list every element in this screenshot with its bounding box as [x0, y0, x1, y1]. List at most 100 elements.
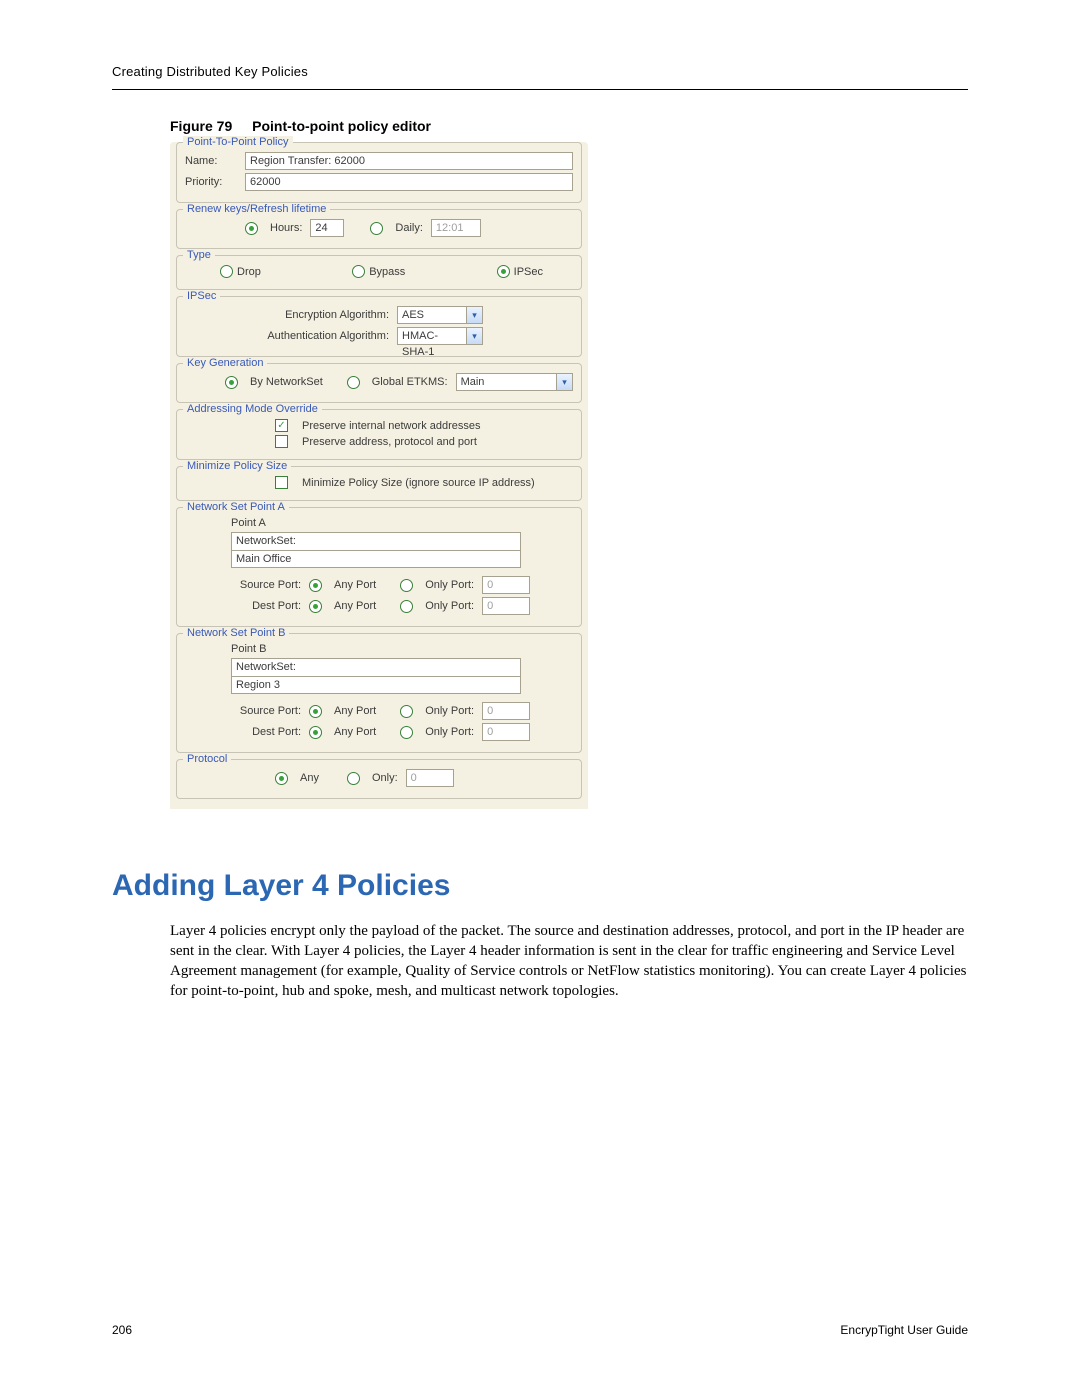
nsp-b-destport-label: Dest Port:: [231, 726, 301, 738]
figure-number: Figure 79: [170, 118, 232, 134]
type-ipsec-label: IPSec: [514, 266, 543, 278]
keygen-byns-label: By NetworkSet: [250, 376, 323, 388]
nsp-a-header: NetworkSet:: [231, 532, 521, 550]
nsp-a-dst-onlyport-label: Only Port:: [425, 600, 474, 612]
nsp-b-src-anyport-label: Any Port: [334, 705, 376, 717]
header-rule: [112, 89, 968, 90]
nsp-b-header: NetworkSet:: [231, 658, 521, 676]
nsp-a-value[interactable]: Main Office: [231, 550, 521, 568]
type-group: Type Drop Bypass IPSec: [176, 255, 582, 290]
pres-addr-label: Preserve address, protocol and port: [302, 436, 477, 448]
ipsec-legend: IPSec: [183, 290, 220, 302]
name-label: Name:: [185, 155, 237, 167]
renew-legend: Renew keys/Refresh lifetime: [183, 203, 330, 215]
proto-any-radio[interactable]: [275, 772, 288, 785]
nsp-a-srcport-label: Source Port:: [231, 579, 301, 591]
renew-hours-radio[interactable]: [245, 222, 258, 235]
protocol-legend: Protocol: [183, 753, 231, 765]
nsp-a-dst-onlyport-radio[interactable]: [400, 600, 413, 613]
figure-caption: Point-to-point policy editor: [252, 118, 431, 134]
enc-alg-label: Encryption Algorithm:: [285, 309, 389, 321]
nsp-b-dst-onlyport-input[interactable]: 0: [482, 723, 530, 741]
nsp-b-srcport-label: Source Port:: [231, 705, 301, 717]
keygen-global-select[interactable]: Main ▾: [456, 373, 573, 391]
nsp-b-dst-onlyport-radio[interactable]: [400, 726, 413, 739]
name-input[interactable]: Region Transfer: 62000: [245, 152, 573, 170]
p2p-policy-group: Point-To-Point Policy Name: Region Trans…: [176, 142, 582, 203]
nsp-a-dst-anyport-label: Any Port: [334, 600, 376, 612]
running-header: Creating Distributed Key Policies: [112, 64, 968, 79]
nsp-a-src-anyport-radio[interactable]: [309, 579, 322, 592]
nsp-b-src-anyport-radio[interactable]: [309, 705, 322, 718]
nsp-a-src-anyport-label: Any Port: [334, 579, 376, 591]
keygen-byns-radio[interactable]: [225, 376, 238, 389]
chevron-down-icon: ▾: [467, 327, 483, 345]
renew-daily-radio[interactable]: [370, 222, 383, 235]
renew-daily-input[interactable]: 12:01: [431, 219, 481, 237]
renew-hours-label: Hours:: [270, 222, 302, 234]
nsp-b-dst-anyport-label: Any Port: [334, 726, 376, 738]
keygen-legend: Key Generation: [183, 357, 267, 369]
nsp-b-dst-anyport-radio[interactable]: [309, 726, 322, 739]
auth-alg-select[interactable]: HMAC-SHA-1 ▾: [397, 327, 483, 345]
type-ipsec-radio[interactable]: [497, 265, 510, 278]
enc-alg-select[interactable]: AES ▾: [397, 306, 483, 324]
type-drop-label: Drop: [237, 266, 261, 278]
minimize-label: Minimize Policy Size (ignore source IP a…: [302, 477, 535, 489]
chevron-down-icon: ▾: [557, 373, 573, 391]
priority-label: Priority:: [185, 176, 237, 188]
keygen-global-label: Global ETKMS:: [372, 376, 448, 388]
minimize-checkbox[interactable]: [275, 476, 288, 489]
type-bypass-radio[interactable]: [352, 265, 365, 278]
nsp-a-destport-label: Dest Port:: [231, 600, 301, 612]
keygen-global-radio[interactable]: [347, 376, 360, 389]
nsp-a-dst-onlyport-input[interactable]: 0: [482, 597, 530, 615]
auth-alg-value: HMAC-SHA-1: [397, 327, 467, 345]
nsp-b-src-onlyport-input[interactable]: 0: [482, 702, 530, 720]
nsp-a-dst-anyport-radio[interactable]: [309, 600, 322, 613]
figure-caption-row: Figure 79 Point-to-point policy editor: [170, 118, 968, 134]
pres-addr-checkbox[interactable]: [275, 435, 288, 448]
nsp-b-src-onlyport-radio[interactable]: [400, 705, 413, 718]
nsp-b-group: Network Set Point B Point B NetworkSet: …: [176, 633, 582, 753]
nsp-a-legend: Network Set Point A: [183, 501, 289, 513]
protocol-group: Protocol Any Only: 0: [176, 759, 582, 799]
type-drop-radio[interactable]: [220, 265, 233, 278]
doc-title-footer: EncrypTight User Guide: [840, 1323, 968, 1337]
page-number: 206: [112, 1323, 132, 1337]
proto-only-label: Only:: [372, 772, 398, 784]
minimize-group: Minimize Policy Size Minimize Policy Siz…: [176, 466, 582, 501]
nsp-a-src-onlyport-input[interactable]: 0: [482, 576, 530, 594]
priority-input[interactable]: 62000: [245, 173, 573, 191]
nsp-b-src-onlyport-label: Only Port:: [425, 705, 474, 717]
minimize-legend: Minimize Policy Size: [183, 460, 291, 472]
type-legend: Type: [183, 249, 215, 261]
nsp-b-value[interactable]: Region 3: [231, 676, 521, 694]
chevron-down-icon: ▾: [467, 306, 483, 324]
body-paragraph: Layer 4 policies encrypt only the payloa…: [170, 921, 968, 1001]
section-heading: Adding Layer 4 Policies: [112, 869, 968, 903]
renew-daily-label: Daily:: [395, 222, 423, 234]
point-b-label: Point B: [231, 643, 266, 655]
renew-keys-group: Renew keys/Refresh lifetime Hours: 24 Da…: [176, 209, 582, 249]
policy-editor-panel: Point-To-Point Policy Name: Region Trans…: [170, 142, 588, 809]
keygen-group: Key Generation By NetworkSet Global ETKM…: [176, 363, 582, 403]
point-a-label: Point A: [231, 517, 266, 529]
renew-hours-input[interactable]: 24: [310, 219, 344, 237]
nsp-b-dst-onlyport-label: Only Port:: [425, 726, 474, 738]
proto-only-input[interactable]: 0: [406, 769, 454, 787]
proto-only-radio[interactable]: [347, 772, 360, 785]
addressing-group: Addressing Mode Override Preserve intern…: [176, 409, 582, 460]
enc-alg-value: AES: [397, 306, 467, 324]
ipsec-group: IPSec Encryption Algorithm: AES ▾ Authen…: [176, 296, 582, 357]
pres-network-checkbox[interactable]: [275, 419, 288, 432]
auth-alg-label: Authentication Algorithm:: [267, 330, 389, 342]
addressing-legend: Addressing Mode Override: [183, 403, 322, 415]
nsp-a-src-onlyport-radio[interactable]: [400, 579, 413, 592]
proto-any-label: Any: [300, 772, 319, 784]
pres-network-label: Preserve internal network addresses: [302, 420, 481, 432]
nsp-a-src-onlyport-label: Only Port:: [425, 579, 474, 591]
keygen-global-value: Main: [456, 373, 557, 391]
type-bypass-label: Bypass: [369, 266, 405, 278]
p2p-legend: Point-To-Point Policy: [183, 136, 293, 148]
